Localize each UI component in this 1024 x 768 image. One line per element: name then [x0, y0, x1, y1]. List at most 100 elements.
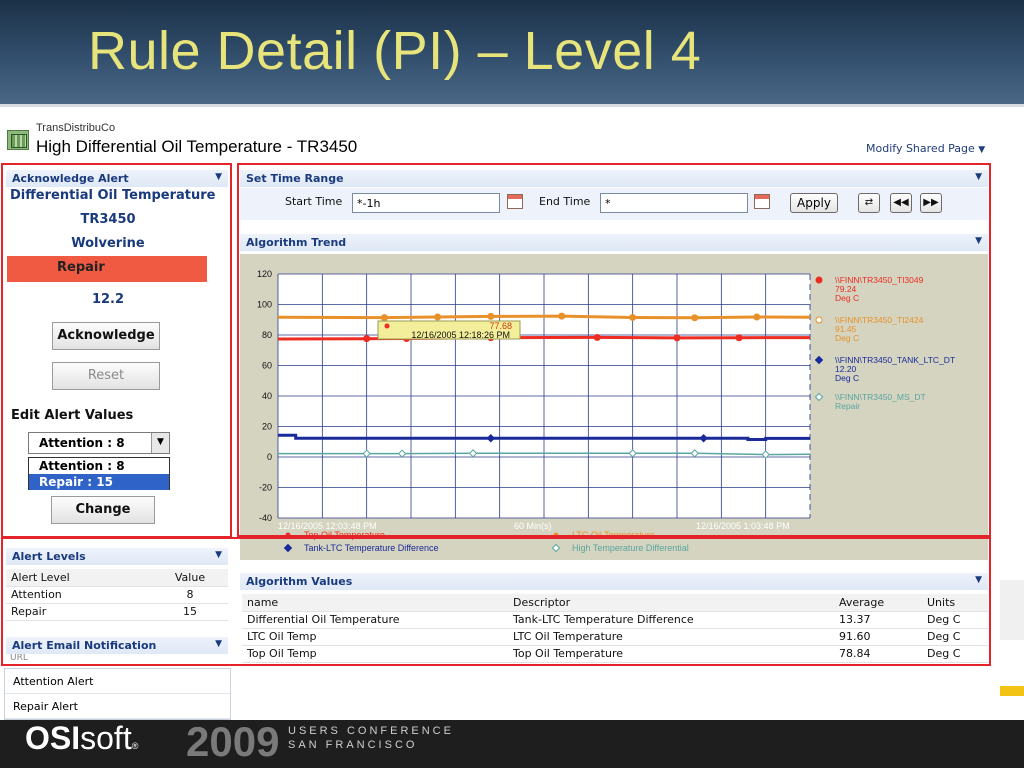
alert-email-header[interactable]: Alert Email Notification ▼ [6, 637, 228, 654]
dropdown-option-repair[interactable]: Repair : 15 [29, 474, 169, 490]
table-cell: Attention [6, 586, 152, 604]
set-time-range-header[interactable]: Set Time Range ▼ [240, 170, 988, 187]
asset-name: TR3450 [80, 212, 136, 227]
chevron-down-icon[interactable]: ▼ [975, 172, 982, 182]
table-cell: Deg C [922, 645, 988, 663]
side-accent-bar [1000, 686, 1024, 696]
legend-label: Tank-LTC Temperature Difference [304, 543, 439, 553]
y-tick-labels: -40 -20 0 20 40 60 80 100 120 [257, 269, 272, 523]
calendar-icon[interactable] [507, 194, 523, 209]
y-tick-label: -40 [259, 513, 272, 523]
column-header: Units [922, 594, 988, 612]
slide-header: Rule Detail (PI) – Level 4 [0, 0, 1024, 104]
refresh-icon[interactable]: ⇄ [858, 193, 880, 213]
legend-text: Repair [835, 401, 860, 411]
legend-marker [814, 392, 824, 402]
start-time-label: Start Time [285, 195, 343, 208]
slide-title: Rule Detail (PI) – Level 4 [88, 21, 702, 81]
acknowledge-alert-panel: Differential Oil Temperature TR3450 Wolv… [4, 170, 228, 536]
fast-forward-icon[interactable]: ▶▶ [920, 193, 942, 213]
y-tick-label: 20 [262, 422, 272, 432]
x-end-time: 12/16/2005 1:03:48 PM [696, 521, 790, 531]
data-point [735, 334, 743, 342]
y-tick-label: 100 [257, 300, 272, 310]
table-row: Repair 15 [6, 603, 228, 621]
table-header-row: Alert Level Value [6, 569, 228, 587]
location-name: Wolverine [71, 236, 145, 251]
chevron-down-icon[interactable]: ▼ [975, 236, 982, 246]
chevron-down-icon[interactable]: ▼ [151, 433, 169, 453]
email-item-attention[interactable]: Attention Alert [5, 669, 230, 694]
logo-mark: ® [131, 741, 139, 751]
legend-label: LTC Oil Temperature [572, 530, 655, 540]
acknowledge-button[interactable]: Acknowledge [52, 322, 160, 350]
apply-button[interactable]: Apply [790, 193, 838, 213]
alert-level-select[interactable]: Attention : 8 ▼ [28, 432, 170, 454]
status-badge: Repair [7, 256, 207, 282]
table-cell: 78.84 [834, 645, 922, 663]
data-point [753, 313, 761, 321]
data-point [363, 335, 371, 343]
algorithm-values-header[interactable]: Algorithm Values ▼ [240, 573, 988, 590]
email-notification-list: Attention Alert Repair Alert [4, 668, 231, 720]
table-cell: Differential Oil Temperature [242, 611, 508, 629]
chevron-down-icon[interactable]: ▼ [215, 550, 222, 560]
y-tick-label: -20 [259, 483, 272, 493]
select-value: Attention : 8 [39, 436, 125, 450]
panel-title: Set Time Range [246, 172, 344, 185]
algorithm-values-table: name Descriptor Average Units Differenti… [242, 594, 988, 663]
start-time-input[interactable]: *-1h [352, 193, 500, 213]
chevron-down-icon[interactable]: ▼ [215, 639, 222, 649]
change-button[interactable]: Change [51, 496, 155, 524]
data-point [487, 312, 495, 320]
app-window: TransDistribuCo High Differential Oil Te… [0, 118, 1000, 720]
data-point [629, 313, 637, 321]
table-cell: 13.37 [834, 611, 922, 629]
chevron-down-icon: ▼ [978, 145, 986, 155]
algorithm-trend-header[interactable]: Algorithm Trend ▼ [240, 234, 988, 251]
side-decoration [1000, 580, 1024, 640]
legend-marker [815, 316, 823, 324]
data-point [673, 334, 681, 342]
reset-button[interactable]: Reset [52, 362, 160, 390]
table-row: Top Oil Temp Top Oil Temperature 78.84 D… [242, 645, 988, 663]
legend-bottom: Top Oil Temperature LTC Oil Temperature Ta… [283, 530, 689, 553]
cursor-tooltip: 77.68 12/16/2005 12:18:26 PM [377, 320, 521, 340]
modify-link-label: Modify Shared Page [866, 142, 975, 155]
algorithm-trend-chart: -40 -20 0 20 40 60 80 100 120 77.68 12/16/2005 1… [240, 254, 988, 560]
data-point [691, 314, 699, 322]
table-row: Attention 8 [6, 586, 228, 604]
email-item-repair[interactable]: Repair Alert [5, 694, 230, 719]
conference-line-1: USERS CONFERENCE [288, 725, 454, 737]
data-point [380, 314, 388, 322]
legend-marker [283, 543, 293, 553]
end-time-label: End Time [539, 195, 591, 208]
company-name: TransDistribuCo [36, 122, 116, 134]
calendar-icon[interactable] [754, 194, 770, 209]
alert-levels-header[interactable]: Alert Levels ▼ [6, 548, 228, 565]
table-cell: 8 [152, 586, 228, 604]
rule-name: Differential Oil Temperature [10, 188, 216, 203]
column-header: Average [834, 594, 922, 612]
legend-label: Top Oil Temperature [304, 530, 385, 540]
y-tick-label: 40 [262, 391, 272, 401]
table-cell: LTC Oil Temperature [508, 628, 834, 646]
table-cell: Top Oil Temp [242, 645, 508, 663]
end-time-input[interactable]: * [600, 193, 748, 213]
chevron-down-icon[interactable]: ▼ [975, 575, 982, 585]
table-cell: 15 [152, 603, 228, 621]
panel-title: Alert Email Notification [12, 639, 157, 652]
series-line-1 [277, 314, 811, 320]
table-header-row: name Descriptor Average Units [242, 594, 988, 612]
legend-text: Deg C [835, 293, 859, 303]
dropdown-option-attention[interactable]: Attention : 8 [29, 458, 169, 474]
alert-value: 12.2 [91, 292, 125, 307]
time-range-toolbar: Start Time *-1h End Time * Apply ⇄ ◀◀ ▶▶ [240, 188, 988, 220]
logo-bold: OSI [25, 720, 81, 756]
column-header: name [242, 594, 508, 612]
panel-title: Algorithm Values [246, 575, 353, 588]
modify-shared-page-link[interactable]: Modify Shared Page ▼ [866, 142, 985, 155]
rewind-icon[interactable]: ◀◀ [890, 193, 912, 213]
conference-line-2: SAN FRANCISCO [288, 739, 418, 751]
conference-year: 2009 [186, 718, 280, 765]
